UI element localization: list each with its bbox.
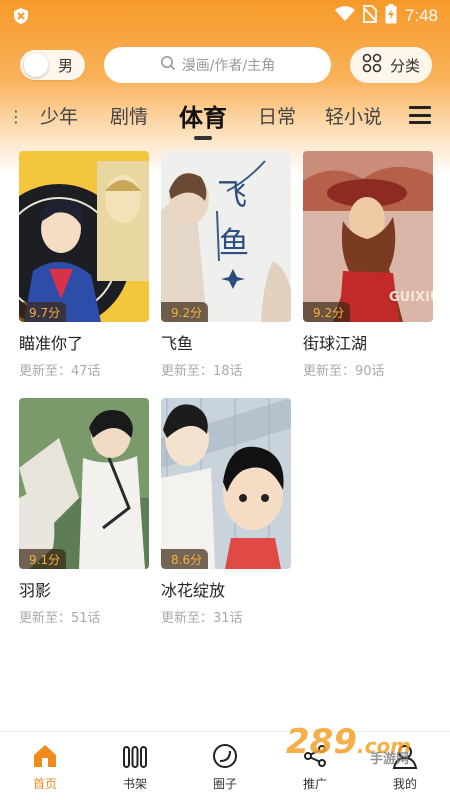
watermark-logo: 289.com 手游网: [286, 722, 426, 767]
comic-card[interactable]: 9.7分 瞄准你了 更新至：47话: [19, 151, 149, 379]
rating-badge: 9.2分: [161, 302, 209, 322]
app-badge-icon: [12, 7, 30, 25]
cover-jersey-text: GUIXIU: [389, 290, 433, 305]
comic-cover: 9.1分: [19, 398, 149, 569]
toggle-knob: [24, 53, 48, 77]
comic-update: 更新至：31话: [161, 611, 243, 626]
comic-title: 飞鱼: [161, 334, 194, 353]
comic-title: 瞄准你了: [19, 334, 84, 353]
comic-card[interactable]: 9.1分 羽影 更新至：51话: [19, 398, 149, 626]
nav-bookshelf[interactable]: 书架: [105, 742, 165, 792]
grid-icon: [362, 53, 382, 77]
home-icon: [15, 742, 75, 770]
tab-richang[interactable]: 日常: [258, 102, 296, 129]
comic-update: 更新至：18话: [161, 364, 243, 379]
tab-shaonian[interactable]: 少年: [40, 102, 78, 129]
rating-badge: 9.1分: [19, 549, 67, 569]
nav-label: 首页: [32, 777, 57, 791]
comic-cover: 9.7分: [19, 151, 149, 322]
tab-qingxiaoshuo[interactable]: 轻小说: [325, 102, 382, 129]
comic-title: 羽影: [19, 581, 52, 600]
category-label: 分类: [389, 56, 420, 75]
no-sim-icon: [363, 4, 377, 28]
gender-toggle[interactable]: 男: [20, 50, 85, 80]
gender-label: 男: [58, 56, 74, 75]
comic-card[interactable]: 飞 鱼 9.2分 飞鱼 更新至：18话: [161, 151, 291, 379]
rating-badge: 9.7分: [19, 302, 67, 322]
watermark-text: 289: [286, 722, 357, 762]
tab-juqing[interactable]: 剧情: [110, 102, 148, 129]
nav-label: 推广: [302, 777, 327, 791]
nav-label: 书架: [122, 777, 147, 791]
comic-update: 更新至：47话: [19, 364, 101, 379]
category-button[interactable]: 分类: [350, 47, 432, 83]
search-icon: [160, 55, 176, 75]
cover-text-yu: 鱼: [219, 226, 249, 261]
nav-circle[interactable]: 圈子: [195, 742, 255, 792]
top-bar: 男 漫画/作者/主角 分类: [0, 46, 450, 84]
more-dots-icon[interactable]: ⋮: [8, 107, 24, 126]
status-bar: 7:48: [0, 0, 450, 32]
nav-label: 圈子: [212, 777, 237, 791]
category-tabs: ⋮ 少年 剧情 体育 日常 轻小说: [0, 94, 450, 144]
comic-cover: GUIXIU 9.2分: [303, 151, 433, 322]
search-input[interactable]: 漫画/作者/主角: [104, 47, 331, 83]
comic-card[interactable]: GUIXIU 9.2分 街球江湖 更新至：90话: [303, 151, 433, 379]
tab-tiyu[interactable]: 体育: [179, 98, 227, 133]
comic-card[interactable]: 8.6分 冰花绽放 更新至：31话: [161, 398, 291, 626]
nav-label: 我的: [392, 777, 417, 791]
watermark-sub: 手游网: [370, 752, 410, 767]
status-time: 7:48: [404, 6, 438, 25]
active-tab-indicator: [194, 136, 212, 140]
comic-update: 更新至：51话: [19, 611, 101, 626]
nav-home[interactable]: 首页: [15, 742, 75, 792]
comic-title: 街球江湖: [303, 334, 368, 353]
comic-update: 更新至：90话: [303, 364, 385, 379]
comic-title: 冰花绽放: [161, 581, 226, 600]
search-placeholder: 漫画/作者/主角: [181, 58, 276, 74]
rating-badge: 8.6分: [161, 549, 209, 569]
wifi-icon: [334, 5, 355, 27]
comic-cover: 飞 鱼 9.2分: [161, 151, 291, 322]
rating-badge: 9.2分: [303, 302, 351, 322]
menu-icon[interactable]: [409, 106, 431, 124]
cover-text-fei: 飞: [217, 178, 247, 213]
bookshelf-icon: [105, 742, 165, 770]
comic-cover: 8.6分: [161, 398, 291, 569]
circle-icon: [195, 742, 255, 770]
battery-charging-icon: [385, 3, 397, 29]
